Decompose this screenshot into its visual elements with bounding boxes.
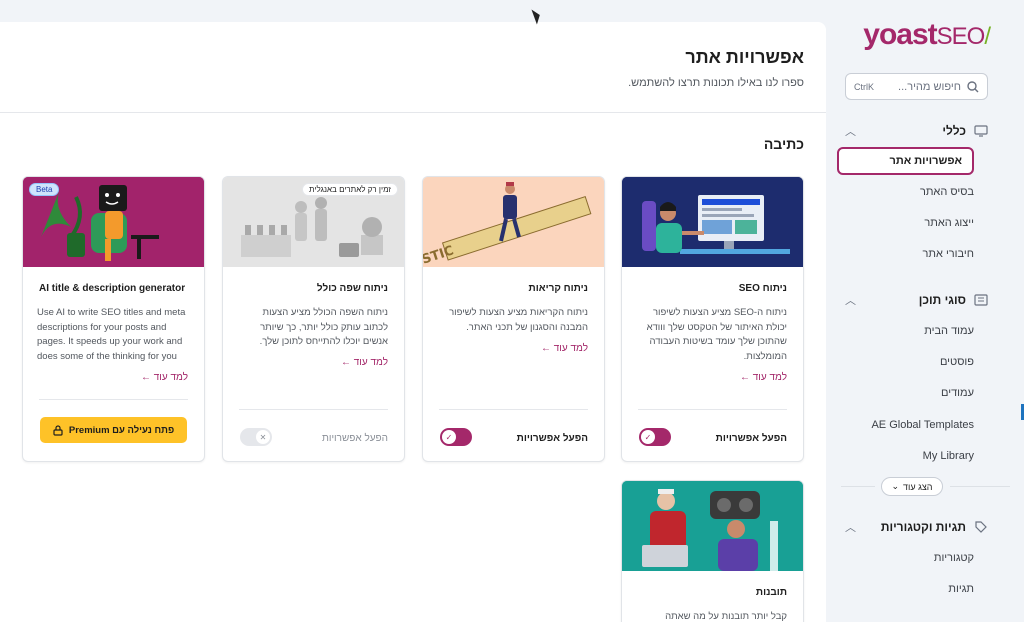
section-taxonomies[interactable]: תגיות וקטגוריות ︿ [845,516,988,538]
inclusive-language-toggle[interactable]: ✕ [240,428,272,446]
card-title: AI title & description generator [39,283,186,294]
divider [439,409,588,410]
card-description: קבל יותר תובנות על מה שאתה [665,611,787,622]
chevron-up-icon: ︿ [845,295,856,307]
inclusive-language-illustration: זמין רק לאתרים באנגלית [223,177,404,267]
learn-more-link[interactable]: למד עוד ← [740,372,787,383]
card-description: Use AI to write SEO titles and meta desc… [37,307,186,362]
sidebar-item-site-representation[interactable]: ייצוג האתר [924,217,974,229]
learn-more-link[interactable]: למד עוד ← [341,357,388,368]
section-content-types-label: סוגי תוכן [918,293,966,307]
beta-badge: Beta [29,183,60,196]
sidebar-item-label: אפשרויות אתר [889,155,962,167]
sidebar-item-categories[interactable]: קטגוריות [934,552,974,564]
divider [841,486,875,487]
category-title: כתיבה [763,136,804,152]
section-general-label: כללי [942,124,966,138]
sidebar-item-site-connections[interactable]: חיבורי אתר [923,248,975,260]
readability-toggle[interactable]: ✓ [440,428,472,446]
section-general[interactable]: כללי ︿ [845,120,988,142]
main-panel: אפשרויות אתר ספרו לנו באילו תכונות תרצו … [0,22,826,622]
tag-icon [975,521,987,533]
close-icon: ✕ [256,430,270,444]
feature-card-readability: SUPERCALIFRAGILISTIC ניתוח קריאות ניתוח … [422,176,605,462]
search-icon [967,80,979,92]
toggle-label: הפעל אפשרויות [516,433,588,444]
feature-card-ai-generator: Beta AI title & description generator Us… [22,176,205,462]
section-content-types[interactable]: סוגי תוכן ︿ [845,289,988,311]
sidebar: yoastSEO/ חיפוש מהיר... CtrlK כללי ︿ אפש… [827,0,1024,622]
chevron-up-icon: ︿ [845,522,856,534]
card-title: תובנות [755,587,787,598]
card-description: ניתוח ה-SEO מציע הצעות לשיפור יכולת האית… [646,307,787,362]
logo-slash: / [984,23,991,50]
card-title: ניתוח קריאות [528,283,588,294]
unlock-premium-button[interactable]: פתח נעילה עם Premium [40,417,187,443]
divider [950,486,1010,487]
feature-card-insights: תובנות קבל יותר תובנות על מה שאתה [621,480,804,622]
sidebar-item-pages[interactable]: עמודים [941,387,974,399]
readability-illustration: SUPERCALIFRAGILISTIC [423,177,604,267]
show-more-button[interactable]: הצג עוד ⌄ [881,477,943,496]
desktop-icon [974,125,988,137]
chevron-down-icon: ⌄ [891,481,900,491]
page-title: אפשרויות אתר [685,47,804,67]
search-input[interactable]: חיפוש מהיר... CtrlK [845,73,988,100]
section-taxonomies-label: תגיות וקטגוריות [880,520,966,534]
feature-card-seo: ניתוח SEO ניתוח ה-SEO מציע הצעות לשיפור … [621,176,804,462]
content-icon [974,294,988,306]
search-shortcut: CtrlK [854,81,874,92]
toggle-label: הפעל אפשרויות [715,433,787,444]
learn-more-link[interactable]: למד עוד ← [141,372,188,383]
sidebar-item-site-options[interactable]: אפשרויות אתר [837,147,974,175]
logo-text: yoast [863,18,937,51]
sidebar-item-homepage[interactable]: עמוד הבית [924,325,974,337]
feature-card-inclusive-language: זמין רק לאתרים באנגלית ניתוח שפה כולל ני… [222,176,405,462]
divider [239,409,388,410]
sidebar-item-posts[interactable]: פוסטים [940,356,974,368]
lock-icon [53,424,63,436]
divider [638,409,787,410]
yoast-logo[interactable]: yoastSEO/ [863,18,991,52]
learn-more-link[interactable]: למד עוד ← [541,343,588,354]
check-icon: ✓ [641,430,655,444]
sidebar-item-site-basics[interactable]: בסיס האתר [920,186,974,198]
check-icon: ✓ [442,430,456,444]
seo-analysis-toggle[interactable]: ✓ [639,428,671,446]
show-more-label: הצג עוד [903,481,933,492]
sidebar-item-my-library[interactable]: My Library [923,450,974,462]
premium-button-label: פתח נעילה עם Premium [68,424,175,436]
page-subtitle: ספרו לנו באילו תכונות תרצו להשתמש. [628,77,804,89]
card-title: ניתוח SEO [738,283,787,294]
ai-generator-illustration: Beta [23,177,204,267]
card-description: ניתוח השפה הכולל מציע הצעות לכתוב עותק כ… [259,307,388,347]
divider [39,399,188,400]
english-only-badge: זמין רק לאתרים באנגלית [302,183,398,196]
sidebar-item-ae-global-templates[interactable]: AE Global Templates [871,419,974,431]
seo-illustration [622,177,803,267]
card-description: ניתוח הקריאות מציע הצעות לשיפור המבנה וה… [449,307,588,333]
chevron-up-icon: ︿ [845,126,856,138]
search-placeholder: חיפוש מהיר... [898,80,961,93]
toggle-label: הפעל אפשרויות [321,433,388,444]
card-title: ניתוח שפה כולל [316,283,388,294]
insights-illustration [622,481,803,571]
logo-seo: SEO [936,23,986,50]
sidebar-item-tags[interactable]: תגיות [948,583,974,595]
divider [0,112,826,113]
